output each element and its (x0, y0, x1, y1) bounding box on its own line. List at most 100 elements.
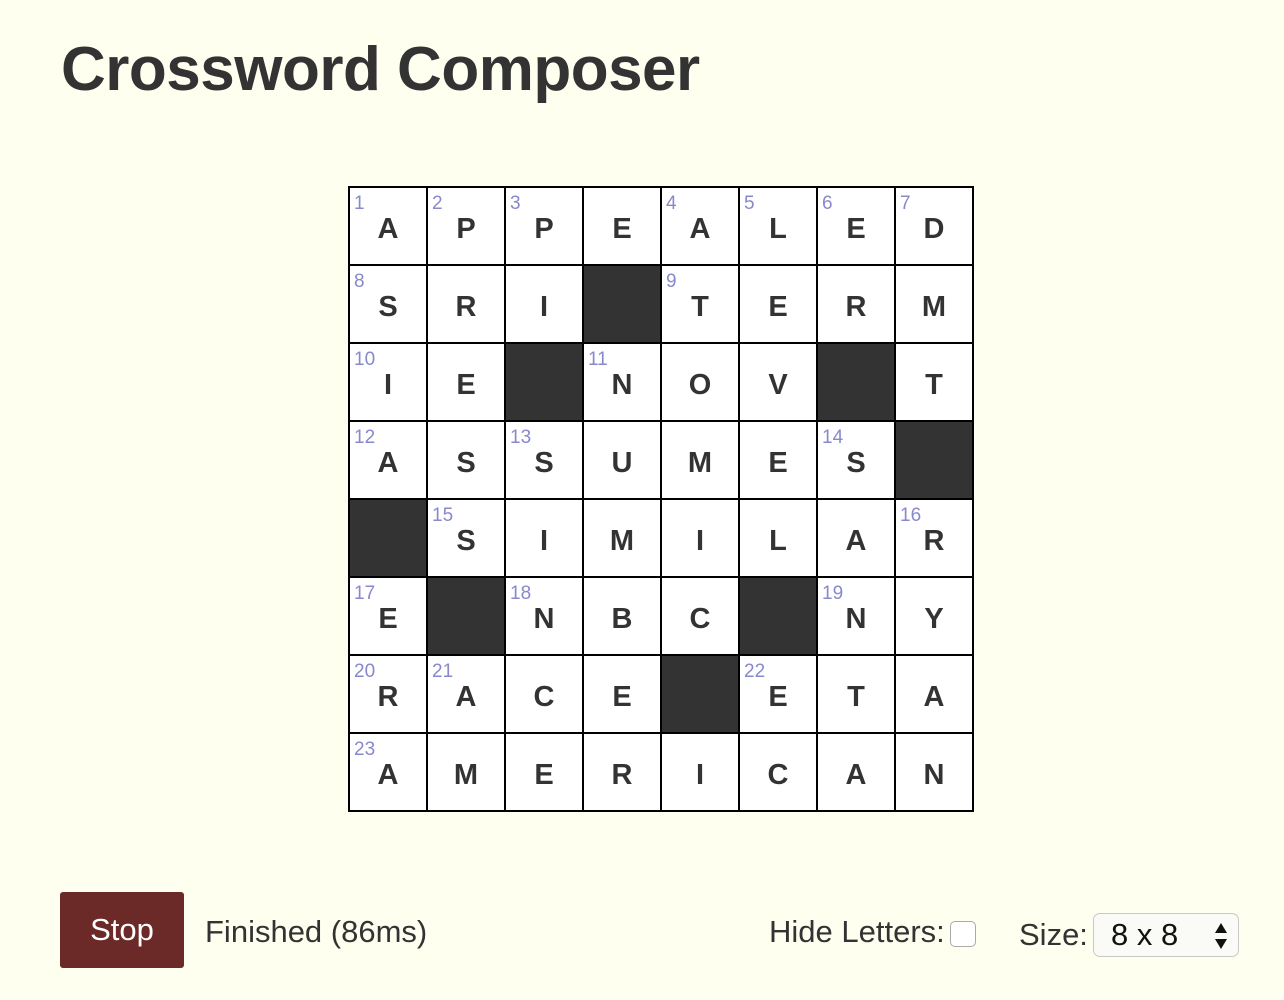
grid-cell[interactable]: 10 I (350, 344, 426, 420)
grid-cell[interactable]: T (818, 656, 894, 732)
grid-cell[interactable]: M (584, 500, 660, 576)
grid-cell[interactable]: E (584, 656, 660, 732)
grid-cell[interactable]: C (740, 734, 816, 810)
cell-letter: C (533, 680, 555, 713)
grid-cell[interactable]: I (506, 500, 582, 576)
black-cell[interactable] (428, 578, 504, 654)
grid-cell[interactable]: 18 N (506, 578, 582, 654)
cell-letter: R (377, 680, 399, 713)
grid-cell[interactable]: 4A (662, 188, 738, 264)
black-cell[interactable] (818, 344, 894, 420)
cell-letter: R (611, 758, 633, 791)
clue-number: 4 (666, 193, 677, 214)
black-cell[interactable] (740, 578, 816, 654)
cell-letter: O (688, 368, 712, 401)
grid-cell[interactable]: 6E (818, 188, 894, 264)
grid-cell[interactable]: 23 A (350, 734, 426, 810)
grid-cell[interactable]: 16 R (896, 500, 972, 576)
grid-cell[interactable]: 17 E (350, 578, 426, 654)
grid-cell[interactable]: C (662, 578, 738, 654)
clue-number: 17 (354, 583, 376, 604)
grid-cell[interactable]: 2P (428, 188, 504, 264)
grid-cell[interactable]: A (818, 500, 894, 576)
black-cell[interactable] (584, 266, 660, 342)
grid-cell[interactable]: I (662, 500, 738, 576)
grid-cell[interactable]: V (740, 344, 816, 420)
size-select-value: 8 x 8 (1111, 917, 1179, 952)
grid-cell[interactable]: 9T (662, 266, 738, 342)
cell-letter: I (383, 368, 393, 401)
hide-letters-checkbox[interactable] (950, 921, 976, 947)
page-title: Crossword Composer (61, 35, 700, 104)
clue-number: 12 (354, 427, 376, 448)
cell-letter: S (378, 290, 398, 323)
grid-cell[interactable]: E (428, 344, 504, 420)
grid-cell[interactable]: C (506, 656, 582, 732)
grid-cell[interactable]: 22 E (740, 656, 816, 732)
clue-number: 5 (744, 193, 755, 214)
grid-cell[interactable]: R (818, 266, 894, 342)
cell-letter: A (377, 758, 399, 791)
stop-button[interactable]: Stop (60, 892, 184, 968)
grid-cell[interactable]: 8S (350, 266, 426, 342)
grid-cell[interactable]: O (662, 344, 738, 420)
black-cell[interactable] (350, 500, 426, 576)
grid-cell[interactable]: I (662, 734, 738, 810)
clue-number: 11 (588, 349, 608, 370)
grid-cell[interactable]: Y (896, 578, 972, 654)
clue-number: 6 (822, 193, 833, 214)
cell-letter: Y (924, 602, 944, 635)
black-cell[interactable] (662, 656, 738, 732)
cell-letter: N (611, 368, 633, 401)
cell-letter: M (687, 446, 713, 479)
grid-cell[interactable]: I (506, 266, 582, 342)
grid-cell[interactable]: E (506, 734, 582, 810)
grid-cell[interactable]: 21 A (428, 656, 504, 732)
clue-number: 10 (354, 349, 376, 370)
grid-cell[interactable]: U (584, 422, 660, 498)
grid-cell[interactable]: 12 A (350, 422, 426, 498)
cell-letter: E (846, 212, 866, 245)
size-select[interactable]: 8 x 8 (1093, 913, 1239, 957)
grid-cell[interactable]: A (818, 734, 894, 810)
clue-number: 15 (432, 505, 454, 526)
cell-letter: I (695, 758, 705, 791)
grid-cell[interactable]: N (896, 734, 972, 810)
grid-cell[interactable]: M (428, 734, 504, 810)
grid-cell[interactable]: E (584, 188, 660, 264)
grid-cell[interactable]: E (740, 422, 816, 498)
grid-cell[interactable]: R (428, 266, 504, 342)
black-cell[interactable] (896, 422, 972, 498)
cell-letter: T (691, 290, 709, 323)
grid-cell[interactable]: 15 S (428, 500, 504, 576)
grid-cell[interactable]: 13 S (506, 422, 582, 498)
grid-cell[interactable]: R (584, 734, 660, 810)
grid-cell[interactable]: S (428, 422, 504, 498)
grid-cell[interactable]: M (896, 266, 972, 342)
clue-number: 2 (432, 193, 443, 214)
grid-cell[interactable]: A (896, 656, 972, 732)
cell-letter: D (923, 212, 945, 245)
status-text: Finished (86ms) (205, 914, 428, 949)
grid-cell[interactable]: 19 N (818, 578, 894, 654)
grid-cell[interactable]: 5L (740, 188, 816, 264)
cell-letter: I (539, 524, 549, 557)
cell-letter: B (611, 602, 633, 635)
grid-cell[interactable]: 7D (896, 188, 972, 264)
cell-letter: A (845, 758, 867, 791)
grid-cell[interactable]: 3P (506, 188, 582, 264)
cell-letter: L (769, 524, 787, 557)
grid-cell[interactable]: B (584, 578, 660, 654)
grid-cell[interactable]: 1A (350, 188, 426, 264)
grid-cell[interactable]: L (740, 500, 816, 576)
grid-cell[interactable]: T (896, 344, 972, 420)
page: Crossword Composer 1A2P3PE4A5L6E7D8SRI9T… (0, 0, 1284, 1000)
cell-letter: M (609, 524, 635, 557)
grid-cell[interactable]: 14 S (818, 422, 894, 498)
clue-number: 19 (822, 583, 844, 604)
grid-cell[interactable]: 11 N (584, 344, 660, 420)
grid-cell[interactable]: 20 R (350, 656, 426, 732)
black-cell[interactable] (506, 344, 582, 420)
grid-cell[interactable]: M (662, 422, 738, 498)
grid-cell[interactable]: E (740, 266, 816, 342)
